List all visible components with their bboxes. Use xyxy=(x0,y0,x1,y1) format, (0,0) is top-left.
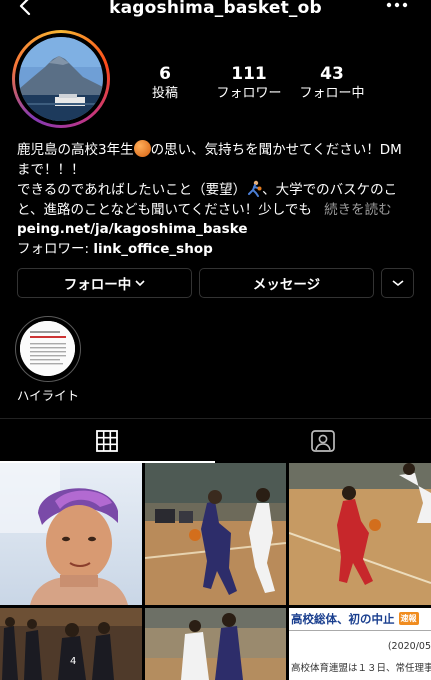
stat-following[interactable]: 43 フォロー中 xyxy=(294,64,370,103)
bio-text: 、大学でのバスケのこ xyxy=(262,182,398,199)
following-count: 43 xyxy=(320,64,344,84)
chevron-down-icon xyxy=(392,280,403,287)
top-bar: kagoshima_basket_ob xyxy=(0,0,431,22)
following-label: フォロー中 xyxy=(299,86,365,101)
followed-by-user[interactable]: link_office_shop xyxy=(93,241,212,257)
posts-label: 投稿 xyxy=(151,86,178,101)
profile-tabs xyxy=(0,418,431,463)
profile-bio: 鹿児島の高校3年生 の思い、気持ちを聞かせてください！DM まで！！！ できるので… xyxy=(17,140,421,260)
bio-text: 鹿児島の高校3年生 xyxy=(17,142,134,158)
bio-text: と、進路のことなども聞いてください！少しでも xyxy=(17,201,312,218)
bio-text: できるのであればしたいこと（要望） xyxy=(17,182,247,199)
bio-text: まで！！！ xyxy=(17,161,85,178)
message-button[interactable]: メッセージ xyxy=(199,268,374,298)
following-button-label: フォロー中 xyxy=(63,277,132,293)
followers-label: フォロワー xyxy=(216,86,282,101)
stat-posts[interactable]: 6 投稿 xyxy=(140,64,190,103)
basketball-player-icon xyxy=(248,180,262,198)
ellipsis-icon[interactable] xyxy=(385,0,409,17)
story-highlight[interactable] xyxy=(15,316,81,382)
post-thumbnail[interactable] xyxy=(145,608,286,680)
highlight-label: ハイライト xyxy=(16,388,80,403)
bio-text: の思い、気持ちを聞かせてください！DM xyxy=(150,142,402,158)
post-thumbnail[interactable] xyxy=(289,463,431,605)
suggested-accounts-button[interactable] xyxy=(381,268,414,298)
news-divider xyxy=(289,630,431,631)
news-date: (2020/05 xyxy=(387,641,431,652)
following-button[interactable]: フォロー中 xyxy=(17,268,192,298)
post-thumbnail[interactable]: 4 xyxy=(0,608,142,680)
read-more-link[interactable]: 続きを読む xyxy=(324,202,392,218)
message-button-label: メッセージ xyxy=(252,277,321,293)
bio-link[interactable]: peing.net/ja/kagoshima_baske xyxy=(17,220,421,240)
highlight-cover-image xyxy=(20,321,75,376)
news-body: 高校体育連盟は１３日、常任理事会 xyxy=(291,663,431,674)
posts-count: 6 xyxy=(159,64,171,84)
post-thumbnail[interactable] xyxy=(145,463,286,605)
followed-by-prefix: フォロワー: xyxy=(17,240,94,257)
profile-username: kagoshima_basket_ob xyxy=(109,0,322,18)
stat-followers[interactable]: 111 フォロワー xyxy=(208,64,290,103)
tagged-person-icon[interactable] xyxy=(311,430,335,452)
post-news-thumbnail[interactable]: 高校総体、初の中止 速報 (2020/05 高校体育連盟は１３日、常任理事会 xyxy=(289,608,431,680)
news-headline: 高校総体、初の中止 xyxy=(291,612,395,626)
avatar-image xyxy=(19,37,103,121)
post-thumbnail[interactable] xyxy=(0,463,142,605)
basketball-icon xyxy=(133,140,151,157)
followers-count: 111 xyxy=(231,64,267,84)
news-badge: 速報 xyxy=(398,612,419,625)
svg-text:4: 4 xyxy=(70,656,76,667)
profile-avatar[interactable] xyxy=(12,30,110,128)
grid-icon[interactable] xyxy=(96,430,118,452)
chevron-down-icon xyxy=(135,280,145,287)
